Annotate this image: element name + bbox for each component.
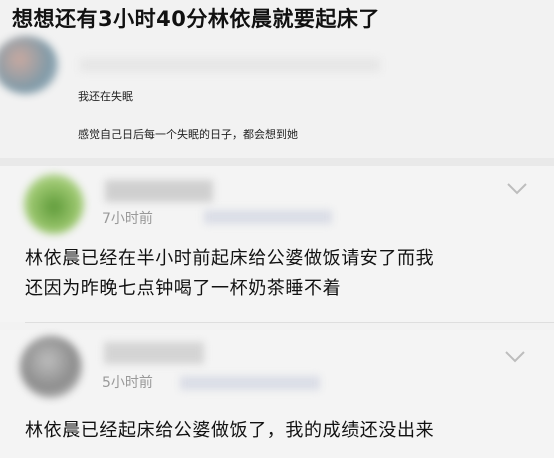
post-author-name[interactable] (80, 58, 380, 72)
comment-item: 5小时前 林依晨已经起床给公婆做饭了，我的成绩还没出来 (0, 330, 554, 458)
commenter-avatar[interactable] (24, 174, 84, 234)
post-avatar[interactable] (0, 36, 58, 94)
commenter-avatar[interactable] (20, 336, 82, 398)
commenter-name[interactable] (105, 180, 213, 202)
comment-separator (25, 322, 554, 323)
post-text-line-1: 我还在失眠 (78, 90, 133, 103)
section-divider (0, 158, 554, 166)
commenter-badge (180, 376, 320, 390)
comment-item: 7小时前 林依晨已经在半小时前起床给公婆做饭请安了而我 还因为昨晚七点钟喝了一杯… (0, 166, 554, 322)
chevron-down-icon[interactable] (504, 350, 526, 364)
comment-text-line-2: 还因为昨晚七点钟喝了一杯奶茶睡不着 (25, 278, 342, 299)
commenter-name[interactable] (104, 342, 204, 364)
page-title: 想想还有3小时40分林依晨就要起床了 (12, 7, 380, 31)
comment-text-line-1: 林依晨已经起床给公婆做饭了，我的成绩还没出来 (25, 420, 435, 441)
chevron-down-icon[interactable] (506, 182, 528, 196)
post-text-line-2: 感觉自己日后每一个失眠的日子，都会想到她 (78, 128, 298, 141)
comment-text-line-1: 林依晨已经在半小时前起床给公婆做饭请安了而我 (25, 248, 435, 269)
comment-time: 7小时前 (102, 211, 153, 227)
commenter-badge (204, 210, 332, 224)
comment-time: 5小时前 (102, 375, 153, 391)
original-post: 我还在失眠 感觉自己日后每一个失眠的日子，都会想到她 (0, 34, 554, 154)
